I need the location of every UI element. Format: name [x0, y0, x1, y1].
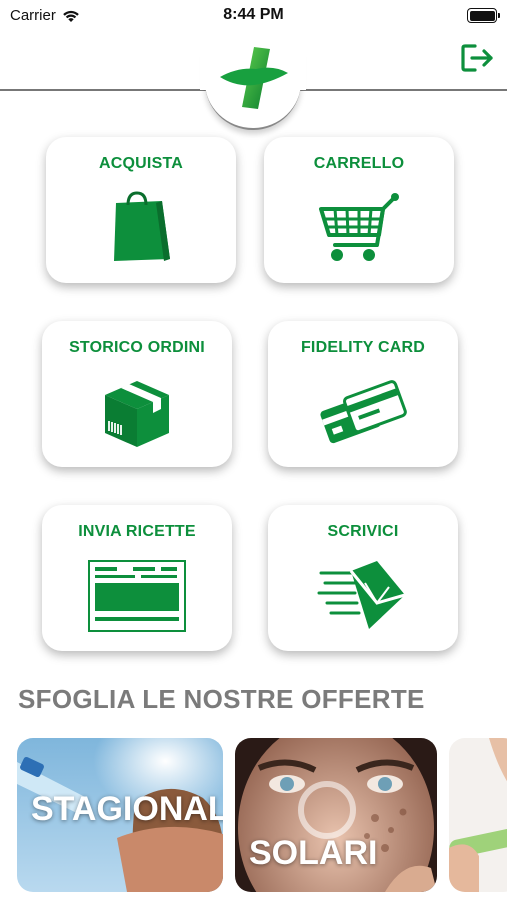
carrello-label: CARRELLO	[313, 155, 405, 172]
offer-card-solari[interactable]: SOLARI	[235, 738, 437, 892]
invia-ricette-button[interactable]: INVIA RICETTE	[42, 505, 232, 651]
package-box-icon	[105, 381, 169, 447]
battery-icon	[467, 8, 500, 23]
offer-image-partial	[449, 738, 507, 892]
offer-card-partial[interactable]	[449, 738, 507, 892]
invia-ricette-label: INVIA RICETTE	[78, 523, 196, 540]
scrivici-button[interactable]: SCRIVICI	[268, 505, 458, 651]
logout-icon[interactable]	[459, 40, 495, 76]
status-time: 8:44 PM	[223, 6, 284, 23]
pharmacy-cross-logo	[220, 47, 288, 109]
shopping-cart-icon	[319, 193, 399, 261]
acquista-label: ACQUISTA	[99, 155, 183, 172]
acquista-button[interactable]: ACQUISTA	[46, 137, 236, 283]
storico-ordini-label: STORICO ORDINI	[69, 339, 205, 356]
fidelity-card-button[interactable]: FIDELITY CARD	[268, 321, 458, 467]
offer-card-stagionali[interactable]: STAGIONALI	[17, 738, 223, 892]
status-bar: Carrier 8:44 PM	[0, 0, 507, 34]
credit-card-icon	[320, 380, 407, 444]
prescription-form-icon	[88, 560, 186, 632]
offer-title-solari: SOLARI	[249, 834, 378, 872]
send-mail-icon	[317, 561, 406, 629]
offer-title-stagionali: STAGIONALI	[31, 790, 223, 828]
offers-section-title: SFOGLIA LE NOSTRE OFFERTE	[18, 684, 425, 714]
scrivici-label: SCRIVICI	[327, 523, 399, 540]
shopping-bag-icon	[114, 191, 170, 261]
carrello-button[interactable]: CARRELLO	[264, 137, 454, 283]
storico-ordini-button[interactable]: STORICO ORDINI	[42, 321, 232, 467]
fidelity-card-label: FIDELITY CARD	[300, 339, 426, 356]
